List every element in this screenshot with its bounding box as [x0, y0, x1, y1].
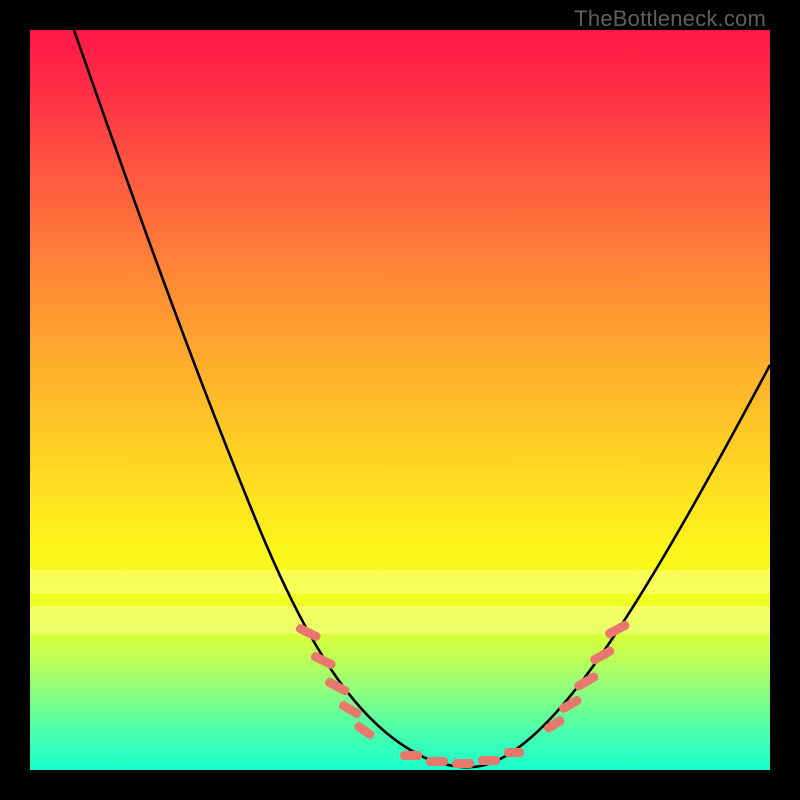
chart-background-gradient: [30, 30, 770, 770]
watermark-text: TheBottleneck.com: [574, 6, 766, 32]
chart-frame: [30, 30, 770, 770]
overlay-band-1: [30, 570, 770, 594]
chart-plot-area: [30, 30, 770, 770]
overlay-band-2: [30, 606, 770, 634]
